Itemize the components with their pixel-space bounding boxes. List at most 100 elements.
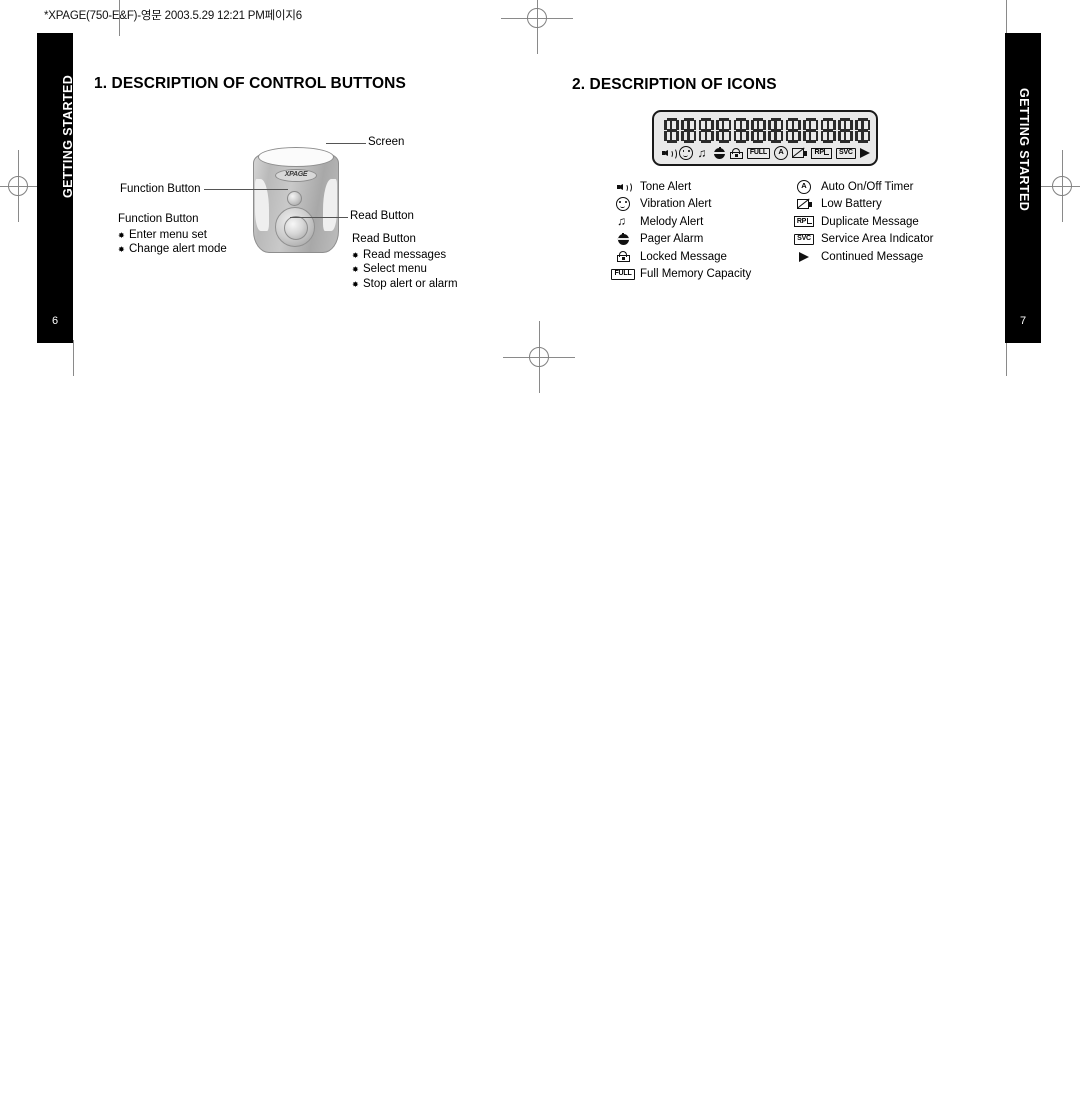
sidebar-tab-right-label: GETTING STARTED <box>1017 88 1031 212</box>
note-block-function-button: Function Button Enter menu set Change al… <box>118 212 227 257</box>
leader-line-read-button <box>290 217 348 218</box>
print-proof-header: *XPAGE(750-E&F)-영문 2003.5.29 12:21 PM페이지… <box>44 10 302 22</box>
list-item: Select menu <box>352 262 458 277</box>
list-item: ♫ Melody Alert <box>610 213 751 231</box>
note-title-function-button: Function Button <box>118 213 199 225</box>
lcd-cell <box>803 118 819 143</box>
note-block-read-button: Read Button Read messages Select menu St… <box>352 232 458 291</box>
legend-label: Duplicate Message <box>821 215 919 228</box>
speaker-icon <box>610 181 636 194</box>
legend-label: Auto On/Off Timer <box>821 180 914 193</box>
lcd-cell <box>837 118 853 143</box>
legend-label: Full Memory Capacity <box>640 268 752 281</box>
device-function-button[interactable] <box>287 191 302 206</box>
lcd-display-panel: ♫ FULL A RP SVC <box>652 110 878 166</box>
lock-icon <box>729 147 743 159</box>
bell-icon <box>713 147 726 159</box>
low-battery-icon <box>791 198 817 210</box>
crop-line-bottom-right-vertical <box>1006 340 1007 376</box>
lcd-status-icon-row: ♫ FULL A RP SVC <box>662 146 870 160</box>
legend-label: Locked Message <box>640 250 727 263</box>
full-icon: FULL <box>746 147 770 159</box>
leader-line-function-button <box>204 189 288 190</box>
duplicate-icon-label: RP <box>814 149 824 156</box>
legend-label: Vibration Alert <box>640 198 712 211</box>
continued-arrow-icon <box>791 251 817 262</box>
full-icon: FULL <box>610 268 636 280</box>
lcd-cell <box>664 118 679 143</box>
lcd-cell <box>750 118 766 143</box>
list-item: FULL Full Memory Capacity <box>610 266 751 284</box>
note-list-function-button: Enter menu set Change alert mode <box>118 228 227 257</box>
lcd-cell <box>681 118 697 143</box>
device-logo-badge: XPAGE <box>275 169 317 182</box>
list-item: Read messages <box>352 248 458 263</box>
duplicate-icon: RP <box>791 216 817 228</box>
note-list-read-button: Read messages Select menu Stop alert or … <box>352 248 458 292</box>
service-area-icon: SVC <box>835 147 856 159</box>
lcd-cell <box>698 118 714 143</box>
device-logo-text: XPAGE <box>284 171 308 178</box>
device-side-grip-right <box>323 179 337 231</box>
lcd-cell <box>785 118 801 143</box>
vibration-icon <box>610 197 636 212</box>
list-item: Tone Alert <box>610 178 751 196</box>
sidebar-tab-right: GETTING STARTED 7 <box>1005 33 1041 343</box>
list-item: Enter menu set <box>118 228 227 243</box>
icon-legend-right: A Auto On/Off Timer Low Battery RP Dupli… <box>791 178 934 266</box>
lcd-cell <box>716 118 732 143</box>
page-number-right: 7 <box>1019 315 1027 327</box>
continued-arrow-icon <box>859 148 870 158</box>
duplicate-icon: RP <box>811 147 832 159</box>
lcd-cell <box>733 118 749 143</box>
legend-label: Service Area Indicator <box>821 233 934 246</box>
auto-timer-icon: A <box>774 146 789 160</box>
section-title-control-buttons: 1. DESCRIPTION OF CONTROL BUTTONS <box>94 75 406 92</box>
lock-icon <box>610 251 636 263</box>
list-item: SVC Service Area Indicator <box>791 231 934 249</box>
list-item: Continued Message <box>791 248 934 266</box>
list-item: Vibration Alert <box>610 196 751 214</box>
lcd-cell <box>768 118 784 143</box>
low-battery-icon <box>792 147 808 158</box>
list-item: Low Battery <box>791 196 934 214</box>
service-area-icon: SVC <box>791 233 817 245</box>
callout-screen: Screen <box>368 136 405 148</box>
page-number-left: 6 <box>51 315 59 327</box>
list-item: RP Duplicate Message <box>791 213 934 231</box>
list-item: Locked Message <box>610 248 751 266</box>
melody-icon: ♫ <box>697 145 707 160</box>
vibration-icon <box>679 146 694 160</box>
lcd-character-cells <box>664 118 871 143</box>
melody-icon: ♫ <box>617 214 626 229</box>
pager-device-illustration: XPAGE <box>253 145 339 255</box>
legend-label: Tone Alert <box>640 180 692 193</box>
list-item: A Auto On/Off Timer <box>791 178 934 196</box>
device-read-button-inner <box>284 216 308 240</box>
sidebar-tab-left: GETTING STARTED 6 <box>37 33 75 343</box>
bell-icon <box>610 233 636 246</box>
note-title-read-button: Read Button <box>352 233 416 245</box>
icon-legend-left: Tone Alert Vibration Alert ♫ Melody Aler… <box>610 178 751 283</box>
legend-label: Pager Alarm <box>640 233 704 246</box>
crop-line-top-right-vertical <box>1006 0 1007 36</box>
list-item: Change alert mode <box>118 242 227 257</box>
callout-function-button: Function Button <box>120 183 201 195</box>
list-item: Stop alert or alarm <box>352 277 458 292</box>
auto-timer-icon: A <box>791 179 817 194</box>
speaker-icon <box>662 148 677 160</box>
list-item: Pager Alarm <box>610 231 751 249</box>
crop-line-top-left-vertical <box>119 0 120 36</box>
section-title-icons: 2. DESCRIPTION OF ICONS <box>572 76 777 93</box>
crop-line-bottom-left-vertical <box>73 340 74 376</box>
legend-label: Low Battery <box>821 198 882 211</box>
lcd-cell <box>820 118 836 143</box>
legend-label: Melody Alert <box>640 215 704 228</box>
leader-line-screen <box>326 143 366 144</box>
callout-read-button: Read Button <box>350 210 414 222</box>
device-read-button[interactable] <box>275 207 315 247</box>
lcd-cell <box>855 118 871 143</box>
legend-label: Continued Message <box>821 250 924 263</box>
sidebar-tab-left-label: GETTING STARTED <box>61 74 75 198</box>
device-screen <box>258 147 334 167</box>
